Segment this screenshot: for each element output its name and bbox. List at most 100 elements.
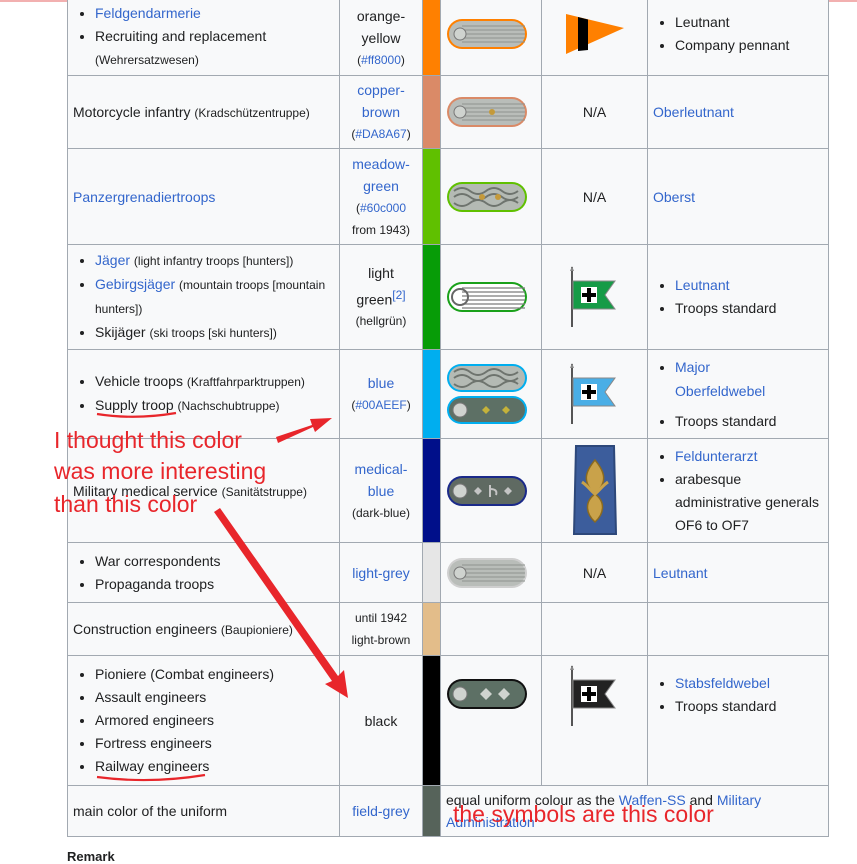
shoulder-strap-cell <box>440 244 542 350</box>
flag-cell: N/A <box>541 542 648 603</box>
rank-cell: Oberleutnant <box>647 75 829 149</box>
color-note: (hellgrün) <box>355 314 407 329</box>
flag-cell: N/A <box>541 148 648 245</box>
color-cell: until 1942 light-brown <box>339 602 423 656</box>
unit-label: main color of the uniform <box>73 803 228 819</box>
color-note: from 1943) <box>351 222 411 237</box>
color-swatch <box>422 0 441 76</box>
link-stabsfeldwebel[interactable]: Stabsfeldwebel <box>675 675 770 691</box>
shoulder-strap-image <box>447 282 527 312</box>
rank-cell: Leutnant Troops standard <box>647 244 829 350</box>
table-row: Construction engineers (Baupioniere) unt… <box>67 602 829 656</box>
color-note: (dark-blue) <box>351 505 411 520</box>
rank-label: Leutnant <box>675 14 730 30</box>
list-item: Recruiting and replacement (Wehrersatzwes… <box>95 25 334 72</box>
footnote-link[interactable]: [2] <box>392 288 405 302</box>
color-name-link[interactable]: light-grey <box>352 565 410 581</box>
flag-cell <box>541 244 648 350</box>
list-item: Leutnant <box>675 274 823 297</box>
color-swatch <box>422 148 441 245</box>
color-name-link[interactable]: copper-brown <box>357 82 404 120</box>
unit-note: (Wehrersatzwesen) <box>95 53 199 67</box>
color-hex: (#ff8000) <box>357 53 405 67</box>
color-swatch <box>422 75 441 149</box>
shoulder-strap-image <box>447 679 527 709</box>
color-swatch <box>422 244 441 350</box>
table-row: Panzergrenadiertroops meadow-green (#60c… <box>67 148 829 245</box>
flag-cell <box>541 602 648 656</box>
unit-label: Assault engineers <box>95 689 207 705</box>
shoulder-strap-cell <box>440 655 542 786</box>
shoulder-strap-cell <box>440 0 542 76</box>
unit-cell: Pioniere (Combat engineers) Assault engi… <box>67 655 340 786</box>
unit-note: (ski troops [ski hunters]) <box>149 326 277 340</box>
color-swatch <box>422 542 441 603</box>
annotation-note: I thought this color <box>54 427 242 453</box>
link-jaeger[interactable]: Jäger <box>95 252 130 268</box>
link-oberst[interactable]: Oberst <box>653 189 695 205</box>
color-name-link[interactable]: meadow-green <box>352 156 410 194</box>
table-row: Motorcycle infantry (Kradschützentruppe)… <box>67 75 829 149</box>
link-feldunterarzt[interactable]: Feldunterarzt <box>675 448 757 464</box>
shoulder-strap-cell <box>440 148 542 245</box>
table-row: War correspondents Propaganda troops lig… <box>67 542 829 603</box>
unit-label: Pioniere (Combat engineers) <box>95 666 274 682</box>
color-swatch <box>422 655 441 786</box>
rank-cell <box>647 602 829 656</box>
rank-label: Troops standard <box>675 413 777 429</box>
hex-link[interactable]: #DA8A67 <box>355 127 406 141</box>
unit-cell: War correspondents Propaganda troops <box>67 542 340 603</box>
shoulder-strap-image <box>447 475 527 506</box>
unit-label: Railway engineers <box>95 758 210 774</box>
list-item: Skijäger (ski troops [ski hunters]) <box>95 321 334 345</box>
link-panzergrenadier[interactable]: Panzergrenadiertroops <box>73 189 215 205</box>
unit-label: Fortress engineers <box>95 735 212 751</box>
list-item: Company pennant <box>675 34 823 57</box>
color-cell: medical-blue (dark-blue) <box>339 438 423 543</box>
hex-link[interactable]: #ff8000 <box>361 53 401 67</box>
color-name-link[interactable]: medical-blue <box>355 461 408 499</box>
hex-link[interactable]: #00AEEF <box>355 398 406 412</box>
annotation-note: than this color <box>54 491 198 517</box>
shoulder-strap-image <box>447 364 527 424</box>
link-leutnant[interactable]: Leutnant <box>675 277 730 293</box>
link-leutnant[interactable]: Leutnant <box>653 565 708 581</box>
unit-label: Armored engineers <box>95 712 215 728</box>
color-swatch <box>422 438 441 543</box>
rank-label: Troops standard <box>675 300 777 316</box>
shoulder-strap-image <box>447 97 527 127</box>
color-name-link[interactable]: blue <box>368 375 394 391</box>
color-cell: light green[2] (hellgrün) <box>339 244 423 350</box>
color-name-link[interactable]: field-grey <box>352 803 410 819</box>
color-swatch <box>422 349 441 439</box>
link-oberleutnant[interactable]: Oberleutnant <box>653 104 734 120</box>
link-feldgendarmerie[interactable]: Feldgendarmerie <box>95 5 201 21</box>
unit-note: (Kradschützentruppe) <box>194 106 310 120</box>
unit-cell: Motorcycle infantry (Kradschützentruppe) <box>67 75 340 149</box>
list-item: Supply troop (Nachschubtruppe) <box>95 394 334 418</box>
color-cell: blue (#00AEEF) <box>339 349 423 439</box>
shoulder-strap-cell <box>440 438 542 543</box>
rank-label: Troops standard <box>675 698 777 714</box>
hex-link[interactable]: #60c000 <box>360 201 406 215</box>
waffenfarbe-table: Feldgendarmerie Recruiting and replaceme… <box>67 0 829 837</box>
rank-label: Company pennant <box>675 37 790 53</box>
troop-standard-icon <box>569 266 616 327</box>
color-cell: black <box>339 655 423 786</box>
list-item: arabesque administrative generals OF6 to… <box>675 468 823 537</box>
rank-cell: Major Oberfeldwebel Troops standard <box>647 349 829 439</box>
link-major[interactable]: Major <box>675 359 710 375</box>
list-item: Stabsfeldwebel <box>675 672 823 695</box>
link-oberfeldwebel[interactable]: Oberfeldwebel <box>675 383 765 399</box>
shoulder-strap-image <box>447 19 527 49</box>
flag-cell <box>541 349 648 439</box>
link-gebirgsjaeger[interactable]: Gebirgsjäger <box>95 276 175 292</box>
unit-cell: main color of the uniform <box>67 785 340 837</box>
color-name: black <box>364 712 398 729</box>
na-label: N/A <box>582 564 607 581</box>
color-cell: orange-yellow (#ff8000) <box>339 0 423 76</box>
color-name: orange-yellow <box>356 8 406 46</box>
color-cell: field-grey <box>339 785 423 837</box>
table-row: main color of the uniform field-grey equ… <box>67 785 829 837</box>
flag-cell <box>541 0 648 76</box>
